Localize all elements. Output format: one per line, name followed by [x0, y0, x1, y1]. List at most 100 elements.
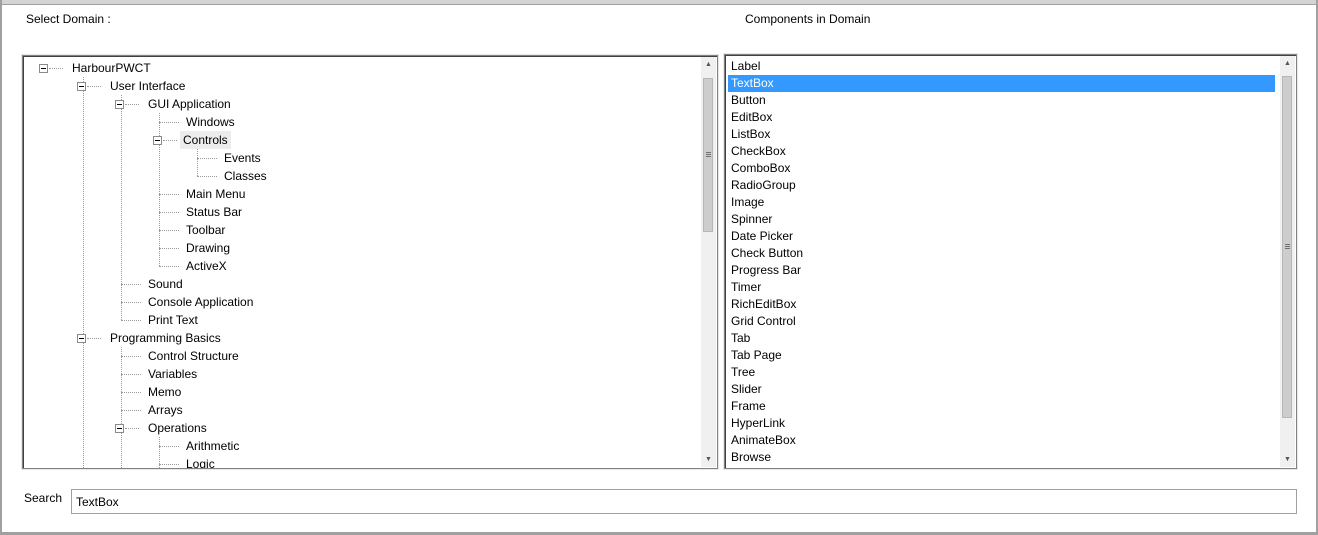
tree-line	[121, 347, 122, 468]
domain-tree-viewport: HarbourPWCT User Interface GUI Applicati…	[23, 56, 717, 468]
tree-node-label: Toolbar	[186, 223, 226, 237]
grip-line	[706, 152, 711, 153]
tree-line	[159, 266, 179, 267]
tree-line	[159, 194, 179, 195]
tree-line	[159, 464, 179, 465]
list-item[interactable]: Label	[728, 58, 1275, 75]
list-item[interactable]: Frame	[728, 398, 1275, 415]
list-item[interactable]: Image	[728, 194, 1275, 211]
tree-line	[121, 95, 122, 320]
list-item[interactable]: Tree	[728, 364, 1275, 381]
tree-line	[197, 158, 217, 159]
domain-tree[interactable]: HarbourPWCT User Interface GUI Applicati…	[22, 55, 718, 469]
grip-line	[706, 154, 711, 155]
components-scroll-thumb[interactable]	[1282, 76, 1292, 418]
tree-line	[121, 356, 141, 357]
tree-node-label: Arrays	[148, 403, 183, 417]
tree-node-label: Arithmetic	[186, 439, 240, 453]
minus-box-icon[interactable]	[115, 100, 124, 109]
minus-box-icon[interactable]	[115, 424, 124, 433]
tree-node-label: Status Bar	[186, 205, 243, 219]
list-item[interactable]: Button	[728, 92, 1275, 109]
tree-node-label: Control Structure	[148, 349, 239, 363]
list-item[interactable]: Spinner	[728, 211, 1275, 228]
tree-line	[197, 176, 217, 177]
tree-line	[121, 374, 141, 375]
tree-line	[125, 104, 139, 105]
tree-line	[197, 149, 198, 176]
list-item[interactable]: CheckBox	[728, 143, 1275, 160]
list-item[interactable]: Check Button	[728, 245, 1275, 262]
grip-line	[1285, 248, 1290, 249]
search-input[interactable]	[71, 489, 1297, 514]
minus-box-icon[interactable]	[39, 64, 48, 73]
list-item[interactable]: ComboBox	[728, 160, 1275, 177]
tree-node-label: Main Menu	[186, 187, 246, 201]
minus-box-icon[interactable]	[77, 82, 86, 91]
tree-line	[87, 86, 101, 87]
list-item[interactable]: Slider	[728, 381, 1275, 398]
arrow-down-icon[interactable]: ▼	[701, 452, 716, 467]
tree-node-label: HarbourPWCT	[72, 61, 151, 75]
tree-node-label: Windows	[186, 115, 235, 129]
tree-line	[121, 302, 141, 303]
list-item[interactable]: Tab	[728, 330, 1275, 347]
tree-line	[121, 392, 141, 393]
search-label: Search	[24, 491, 63, 505]
minus-box-icon[interactable]	[77, 334, 86, 343]
list-item[interactable]: AnimateBox	[728, 432, 1275, 449]
list-item[interactable]: RichEditBox	[728, 296, 1275, 313]
tree-line	[121, 410, 141, 411]
tree-node-label: Drawing	[186, 241, 231, 255]
grip-line	[1285, 246, 1290, 247]
tree-node-label: GUI Application	[148, 97, 231, 111]
list-item[interactable]: Grid Control	[728, 313, 1275, 330]
tree-line	[49, 68, 63, 69]
tree-line	[159, 446, 179, 447]
tree-node-label: Programming Basics	[110, 331, 221, 345]
tree-line	[125, 428, 139, 429]
arrow-up-icon[interactable]: ▲	[1280, 56, 1295, 71]
tree-node-label: Memo	[148, 385, 182, 399]
tree-vertical-scrollbar[interactable]: ▲ ▼	[701, 57, 716, 467]
tree-line	[159, 212, 179, 213]
components-list[interactable]: Label TextBox Button EditBox ListBox Che…	[724, 54, 1297, 469]
tree-node-label: User Interface	[110, 79, 186, 93]
tree-node-label: Print Text	[148, 313, 198, 327]
tree-scroll-thumb[interactable]	[703, 78, 713, 232]
tree-node-label: Events	[224, 151, 261, 165]
tree-node-label: Operations	[148, 421, 207, 435]
grip-line	[1285, 244, 1290, 245]
components-in-domain-label: Components in Domain	[745, 12, 871, 26]
tree-line	[121, 284, 141, 285]
tree-line	[159, 248, 179, 249]
select-domain-label: Select Domain :	[26, 12, 111, 26]
tree-line	[159, 230, 179, 231]
list-item[interactable]: ListBox	[728, 126, 1275, 143]
tree-line	[163, 140, 177, 141]
tree-line	[121, 320, 141, 321]
tree-node-label: Logic	[186, 457, 215, 468]
arrow-up-icon[interactable]: ▲	[701, 57, 716, 72]
tree-node-label: ActiveX	[186, 259, 227, 273]
tree-node-label: Sound	[148, 277, 183, 291]
window-top-border	[0, 0, 1318, 5]
list-item[interactable]: EditBox	[728, 109, 1275, 126]
tree-node-label: Variables	[148, 367, 198, 381]
arrow-down-icon[interactable]: ▼	[1280, 452, 1295, 467]
list-item[interactable]: RadioGroup	[728, 177, 1275, 194]
list-item[interactable]: Date Picker	[728, 228, 1275, 245]
minus-box-icon[interactable]	[153, 136, 162, 145]
grip-line	[706, 156, 711, 157]
tree-node-label: Console Application	[148, 295, 254, 309]
list-item-selected[interactable]: TextBox	[728, 75, 1275, 92]
list-item[interactable]: HyperLink	[728, 415, 1275, 432]
tree-node-label: Controls	[180, 131, 231, 149]
tree-node-label: Classes	[224, 169, 267, 183]
list-item[interactable]: Tab Page	[728, 347, 1275, 364]
components-vertical-scrollbar[interactable]: ▲ ▼	[1280, 56, 1295, 467]
window-left-edge	[0, 0, 2, 535]
list-item[interactable]: Browse	[728, 449, 1275, 466]
list-item[interactable]: Progress Bar	[728, 262, 1275, 279]
list-item[interactable]: Timer	[728, 279, 1275, 296]
